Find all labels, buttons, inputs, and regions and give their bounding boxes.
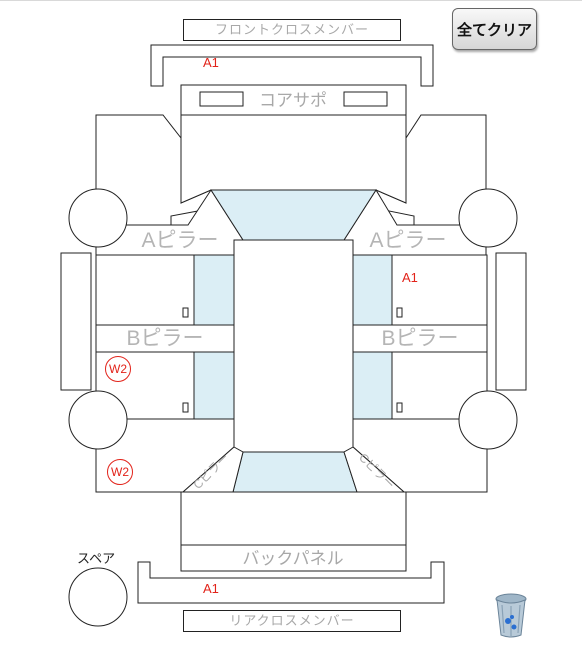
mark-rear-cross-member[interactable]: A1 xyxy=(203,581,219,596)
wheel-rear-right[interactable] xyxy=(458,390,518,450)
front-cross-member-label[interactable]: フロントクロスメンバー xyxy=(183,19,401,41)
side-sill-right[interactable] xyxy=(495,252,527,391)
roof[interactable] xyxy=(233,239,354,453)
rear-window-right[interactable] xyxy=(352,351,393,420)
back-panel-label: バックパネル xyxy=(242,549,343,568)
handle-rear-left xyxy=(182,402,189,413)
b-pillar-right-label: Bピラー xyxy=(381,327,458,350)
a-pillar-right-label: Aピラー xyxy=(369,229,446,252)
handle-rear-right xyxy=(396,402,403,413)
spare-label: スペア xyxy=(77,551,116,566)
handle-front-right xyxy=(396,307,403,318)
mark-right-a-pillar-area[interactable]: A1 xyxy=(402,270,418,285)
side-sill-left[interactable] xyxy=(60,252,92,391)
wheel-front-left[interactable] xyxy=(68,188,128,248)
core-support-label: コアサポ xyxy=(259,91,327,110)
mark-front-cross-member[interactable]: A1 xyxy=(203,55,219,70)
wheel-rear-left[interactable] xyxy=(68,390,128,450)
wheel-front-right[interactable] xyxy=(458,188,518,248)
b-pillar-left-label: Bピラー xyxy=(126,327,203,350)
rear-cross-member-label[interactable]: リアクロスメンバー xyxy=(183,610,401,632)
trunk[interactable] xyxy=(180,491,407,546)
front-cross-member-bracket[interactable] xyxy=(150,44,434,87)
trash-icon[interactable] xyxy=(492,591,530,639)
clear-all-button[interactable]: 全てクリア xyxy=(452,8,537,50)
a-pillar-left-label: Aピラー xyxy=(141,229,218,252)
mark-left-rear-door[interactable]: W2 xyxy=(105,356,131,382)
headlight-left xyxy=(199,91,244,107)
mark-left-rear-fender[interactable]: W2 xyxy=(107,459,133,485)
front-window-right[interactable] xyxy=(352,254,393,326)
rear-window-left[interactable] xyxy=(193,351,235,420)
handle-front-left xyxy=(182,307,189,318)
headlight-right xyxy=(343,91,388,107)
rear-glass[interactable] xyxy=(232,451,358,493)
wheel-spare[interactable] xyxy=(68,567,128,627)
front-window-left[interactable] xyxy=(193,254,235,326)
